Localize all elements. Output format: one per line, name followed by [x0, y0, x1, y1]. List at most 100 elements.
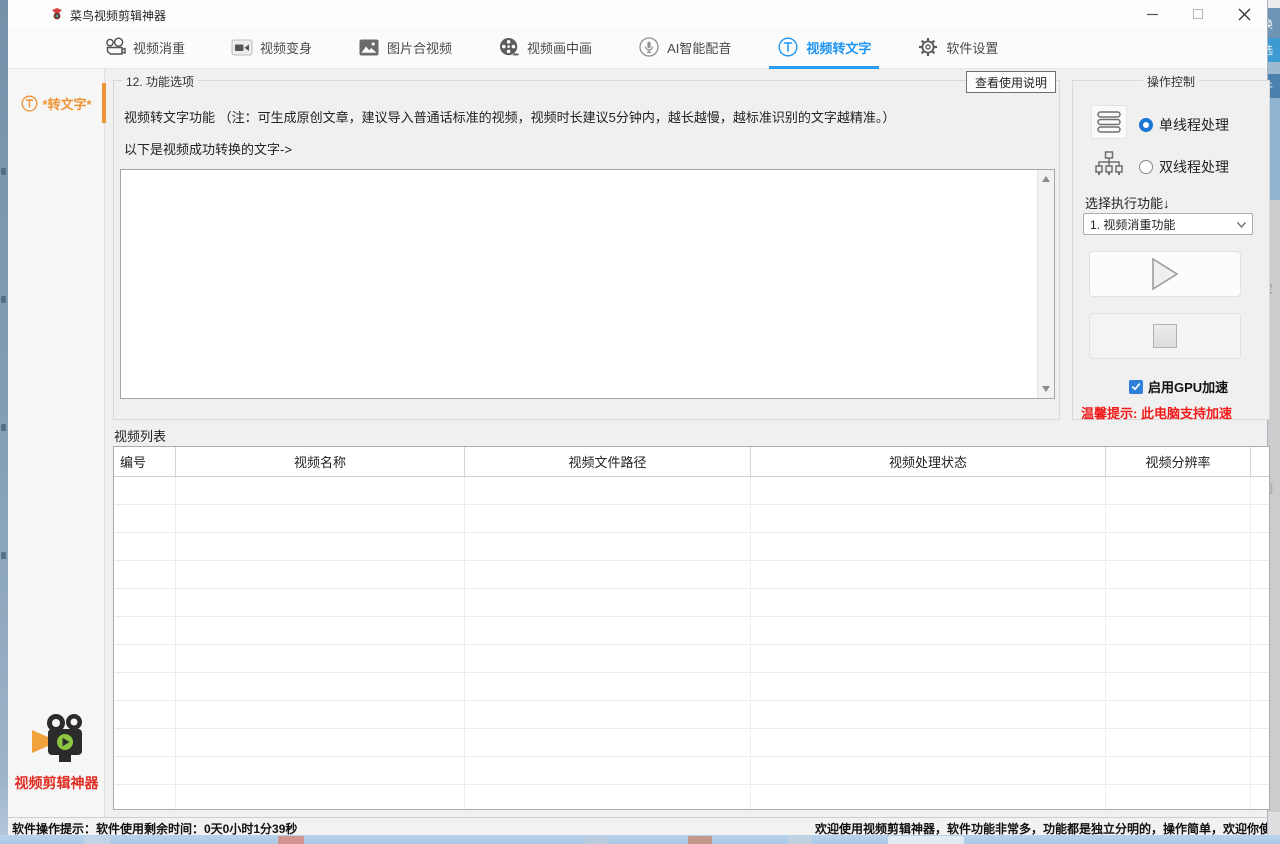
table-cell — [176, 589, 465, 616]
text-t-icon — [777, 37, 799, 57]
table-cell — [1251, 617, 1269, 644]
table-row — [114, 673, 1269, 701]
table-cell — [751, 477, 1106, 504]
radio-selected-icon — [1139, 118, 1153, 132]
start-button[interactable] — [1089, 251, 1241, 297]
table-cell — [751, 673, 1106, 700]
table-cell — [176, 617, 465, 644]
tab-video-transform[interactable]: 视频变身 — [223, 28, 320, 69]
view-instructions-button[interactable]: 查看使用说明 — [966, 71, 1056, 93]
vertical-scrollbar[interactable] — [1037, 170, 1054, 398]
text-t-icon — [21, 95, 38, 112]
table-cell — [751, 785, 1106, 810]
status-welcome-message: 欢迎使用视频剪辑神器，软件功能非常多，功能都是独立分明的，操作简单，欢迎你使 — [815, 820, 1267, 835]
table-cell — [751, 561, 1106, 588]
radio-single-thread[interactable]: 单线程处理 — [1139, 115, 1229, 135]
table-cell — [1251, 673, 1269, 700]
tab-image-to-video[interactable]: 图片合视频 — [350, 28, 460, 69]
sidebar-item-to-text[interactable]: *转文字* — [8, 85, 105, 121]
table-cell — [465, 477, 751, 504]
table-row — [114, 533, 1269, 561]
maximize-button[interactable] — [1175, 0, 1221, 28]
gpu-acceleration-checkbox[interactable]: 启用GPU加速 — [1129, 377, 1228, 396]
transcript-textarea[interactable] — [120, 169, 1055, 399]
table-row — [114, 701, 1269, 729]
table-cell — [176, 757, 465, 784]
sidebar: *转文字* 视频剪辑神器 — [8, 69, 105, 817]
taskbar-edge — [0, 835, 1280, 844]
scroll-up-arrow-icon[interactable] — [1042, 176, 1050, 182]
table-cell — [1251, 757, 1269, 784]
checkbox-checked-icon — [1129, 380, 1143, 394]
table-row — [114, 729, 1269, 757]
table-cell — [114, 729, 176, 756]
status-bar: 软件操作提示：软件使用剩余时间：0天0小时1分39秒 欢迎使用视频剪辑神器，软件… — [8, 817, 1267, 835]
column-header-status[interactable]: 视频处理状态 — [751, 447, 1106, 476]
function-select-value: 1. 视频消重功能 — [1090, 216, 1175, 233]
tab-video-dedup[interactable]: 视频消重 — [96, 28, 193, 69]
table-cell — [114, 505, 176, 532]
dual-thread-icon — [1091, 147, 1127, 181]
main-tab-bar: 视频消重 视频变身 图片合视频 — [8, 28, 1267, 69]
table-cell — [176, 561, 465, 588]
table-cell — [751, 701, 1106, 728]
table-cell — [465, 533, 751, 560]
function-select[interactable]: 1. 视频消重功能 — [1083, 213, 1253, 235]
column-header-number[interactable]: 编号 — [114, 447, 176, 476]
radio-unselected-icon — [1139, 160, 1153, 174]
scroll-down-arrow-icon[interactable] — [1042, 386, 1050, 392]
table-cell — [176, 505, 465, 532]
select-function-label: 选择执行功能↓ — [1085, 193, 1170, 212]
table-cell — [465, 701, 751, 728]
tab-ai-voiceover[interactable]: AI智能配音 — [630, 28, 739, 69]
close-button[interactable] — [1221, 0, 1267, 28]
window-title: 菜鸟视频剪辑神器 — [70, 7, 166, 24]
column-header-path[interactable]: 视频文件路径 — [465, 447, 751, 476]
microphone-icon — [638, 37, 660, 57]
table-cell — [176, 701, 465, 728]
background-window-left-edge — [0, 0, 8, 844]
table-cell — [465, 561, 751, 588]
table-cell — [114, 561, 176, 588]
table-cell — [1106, 645, 1251, 672]
radio-dual-thread[interactable]: 双线程处理 — [1139, 157, 1229, 177]
image-icon — [358, 37, 380, 57]
table-cell — [176, 645, 465, 672]
video-camera-icon — [231, 37, 253, 57]
table-cell — [1251, 561, 1269, 588]
table-cell — [751, 505, 1106, 532]
table-cell — [114, 477, 176, 504]
chevron-down-icon — [1237, 222, 1246, 228]
tab-label: AI智能配音 — [667, 38, 731, 57]
tab-picture-in-picture[interactable]: 视频画中画 — [490, 28, 600, 69]
group-title: 操作控制 — [1143, 73, 1199, 90]
tab-settings[interactable]: 软件设置 — [909, 28, 1006, 69]
group-title: 12. 功能选项 — [122, 73, 198, 90]
column-header-name[interactable]: 视频名称 — [176, 447, 465, 476]
table-cell — [1106, 673, 1251, 700]
table-cell — [114, 645, 176, 672]
app-brand: 视频剪辑神器 — [8, 713, 105, 793]
column-header-resolution[interactable]: 视频分辨率 — [1106, 447, 1251, 476]
stop-icon — [1153, 324, 1177, 348]
table-cell — [751, 757, 1106, 784]
table-cell — [114, 617, 176, 644]
brand-name: 视频剪辑神器 — [8, 773, 105, 793]
table-cell — [1251, 645, 1269, 672]
table-cell — [1106, 477, 1251, 504]
result-label: 以下是视频成功转换的文字-> — [124, 139, 292, 158]
video-camera-logo-icon — [26, 713, 88, 765]
minimize-button[interactable] — [1129, 0, 1175, 28]
table-cell — [114, 785, 176, 810]
table-cell — [1106, 589, 1251, 616]
tab-video-to-text[interactable]: 视频转文字 — [769, 28, 879, 69]
table-cell — [1106, 533, 1251, 560]
table-cell — [751, 533, 1106, 560]
stop-button[interactable] — [1089, 313, 1241, 359]
title-bar[interactable]: 菜鸟视频剪辑神器 — [8, 0, 1267, 28]
table-cell — [176, 673, 465, 700]
table-cell — [751, 645, 1106, 672]
table-row — [114, 505, 1269, 533]
table-cell — [1251, 785, 1269, 810]
app-window: 菜鸟视频剪辑神器 视频消重 — [8, 0, 1268, 835]
